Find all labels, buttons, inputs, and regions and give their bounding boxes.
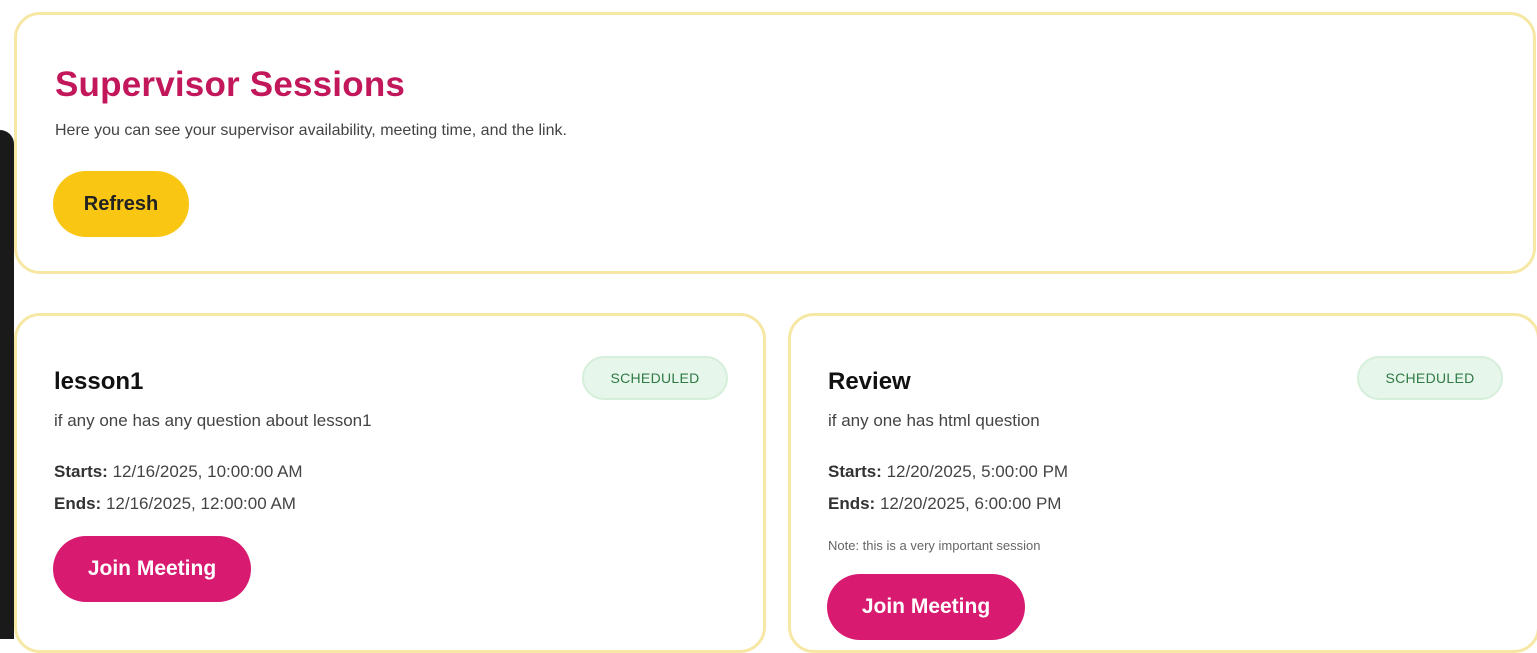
refresh-button[interactable]: Refresh [53,171,189,237]
ends-value: 12/20/2025, 6:00:00 PM [879,494,1062,513]
status-badge: SCHEDULED [1357,356,1503,400]
ends-value: 12/16/2025, 12:00:00 AM [105,494,296,513]
session-end-time: Ends: 12/16/2025, 12:00:00 AM [54,494,296,514]
session-card: lesson1 SCHEDULED if any one has any que… [14,313,766,653]
starts-label: Starts: [54,462,108,481]
session-description: if any one has html question [828,411,1040,430]
session-title: Review [828,368,911,395]
starts-value: 12/16/2025, 10:00:00 AM [112,462,303,481]
session-start-time: Starts: 12/16/2025, 10:00:00 AM [54,462,303,482]
page-subtitle: Here you can see your supervisor availab… [55,122,567,139]
page-title: Supervisor Sessions [55,65,406,104]
ends-label: Ends: [54,494,102,513]
session-card: Review SCHEDULED if any one has html que… [788,313,1537,653]
join-meeting-button[interactable]: Join Meeting [827,574,1025,640]
header-card: Supervisor Sessions Here you can see you… [14,12,1536,274]
starts-label: Starts: [828,462,882,481]
session-title: lesson1 [54,368,144,395]
session-start-time: Starts: 12/20/2025, 5:00:00 PM [828,462,1068,482]
session-end-time: Ends: 12/20/2025, 6:00:00 PM [828,494,1061,514]
ends-label: Ends: [828,494,876,513]
session-description: if any one has any question about lesson… [54,411,372,430]
status-badge: SCHEDULED [582,356,728,400]
starts-value: 12/20/2025, 5:00:00 PM [886,462,1069,481]
session-note: Note: this is a very important session [828,538,1041,553]
background-device-edge [0,130,14,639]
join-meeting-button[interactable]: Join Meeting [53,536,251,602]
